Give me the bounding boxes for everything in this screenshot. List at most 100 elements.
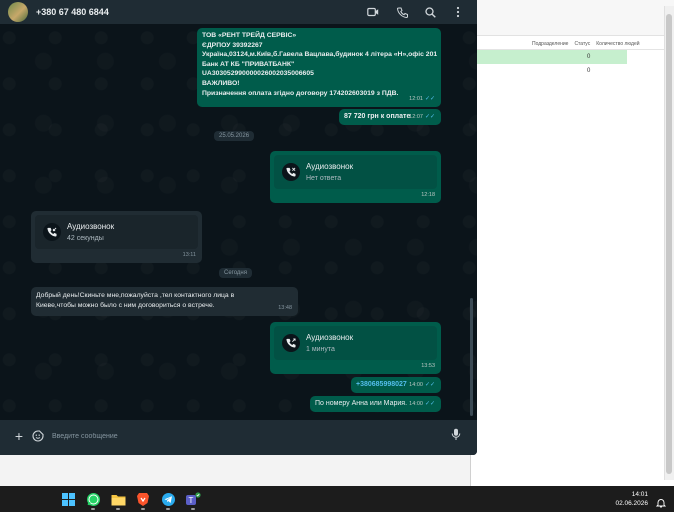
read-ticks-icon: ✓✓ <box>424 95 435 102</box>
running-indicator <box>116 508 120 510</box>
message-text: По номеру Анна или Мария. <box>315 400 408 407</box>
call-card[interactable]: Аудиозвонок 42 секунды <box>35 215 198 249</box>
sticker-icon[interactable] <box>32 429 46 443</box>
call-title: Аудиозвонок <box>306 333 354 342</box>
read-ticks-icon: ✓✓ <box>424 381 435 388</box>
invoice-message-text: ТОВ «РЕНТ ТРЕЙД СЕРВІС» ЄДРПОУ 39392267 … <box>202 31 437 98</box>
message-composer: + <box>0 420 477 455</box>
call-message-bubble[interactable]: Аудиозвонок Нет ответа 12:18 <box>270 151 441 203</box>
microphone-icon[interactable] <box>451 428 463 442</box>
whatsapp-window: +380 67 480 6844 ТОВ «РЕНТ ТРЕЙД СЕРВІС»… <box>0 0 477 455</box>
message-line: ЄДРПОУ 39392267 <box>202 41 263 49</box>
contact-name[interactable]: +380 67 480 6844 <box>36 7 109 17</box>
message-time: 13:11 <box>182 251 196 258</box>
message-text: 87 720 грн к оплате <box>344 113 411 120</box>
phone-link[interactable]: +380685998027 <box>356 380 407 390</box>
message-meta: 13:53 <box>421 362 435 372</box>
chat-header: +380 67 480 6844 <box>0 0 477 24</box>
call-duration: 1 минута <box>306 346 335 353</box>
running-indicator <box>166 508 170 510</box>
message-line: Україна,03124,м.Київ,б.Гавела Вацлава,бу… <box>202 51 438 59</box>
spreadsheet-row[interactable]: 0 <box>477 64 667 78</box>
teams-icon[interactable]: T <box>184 490 202 510</box>
spreadsheet-row[interactable]: 0 <box>477 50 627 64</box>
invoice-message-bubble[interactable]: ТОВ «РЕНТ ТРЕЙД СЕРВІС» ЄДРПОУ 39392267 … <box>197 28 441 107</box>
names-message-bubble[interactable]: По номеру Анна или Мария. 14:00 ✓✓ <box>310 396 441 412</box>
date-separator: Сегодня <box>219 268 252 278</box>
column-header: Статус <box>574 40 591 47</box>
message-line: Призначення оплата згідно договору 17420… <box>202 89 399 97</box>
message-line: Киеве,чтобы можно было с ним договоритьс… <box>36 302 215 309</box>
whatsapp-icon[interactable] <box>84 490 102 510</box>
clock-date: 02.06.2026 <box>615 500 648 507</box>
search-icon[interactable] <box>423 5 437 19</box>
spreadsheet-header-row: Подразделение Статус Количество людей <box>477 38 667 50</box>
spreadsheet-toolbar <box>471 0 674 36</box>
column-header: Подразделение <box>532 40 569 47</box>
call-message-bubble[interactable]: Аудиозвонок 1 минута 13:53 <box>270 322 441 374</box>
message-time: 12:18 <box>421 191 435 198</box>
message-meta: 12:01 ✓✓ <box>409 95 435 105</box>
video-call-icon[interactable] <box>366 5 380 19</box>
brave-browser-icon[interactable] <box>134 490 152 510</box>
read-ticks-icon: ✓✓ <box>424 113 435 120</box>
message-time: 12:01 <box>409 95 423 102</box>
telegram-icon[interactable] <box>159 490 177 510</box>
system-clock[interactable]: 14:01 02.06.2026 <box>615 490 648 508</box>
outgoing-call-icon <box>282 334 300 352</box>
notification-bell-icon[interactable] <box>655 495 667 508</box>
incoming-message-bubble[interactable]: Добрый день!Скиньте мне,пожалуйста ,тел … <box>31 287 298 316</box>
chat-scrollbar[interactable] <box>470 298 473 416</box>
message-time: 14:00 <box>409 400 423 407</box>
message-line: ТОВ «РЕНТ ТРЕЙД СЕРВІС» <box>202 32 297 39</box>
avatar[interactable] <box>8 2 28 22</box>
running-indicator <box>141 508 145 510</box>
payment-message-bubble[interactable]: 87 720 грн к оплате 12:07 ✓✓ <box>339 109 441 125</box>
message-meta: 14:00 ✓✓ <box>409 400 435 410</box>
message-time: 12:07 <box>409 113 423 120</box>
file-explorer-icon[interactable] <box>109 490 127 510</box>
clock-time: 14:01 <box>631 491 648 498</box>
spreadsheet-scrollbar[interactable] <box>664 6 674 480</box>
date-separator: 25.05.2026 <box>214 131 255 141</box>
call-card[interactable]: Аудиозвонок 1 минута <box>274 326 437 360</box>
menu-icon[interactable] <box>451 5 465 19</box>
running-indicator <box>191 508 195 510</box>
message-meta: 12:07 ✓✓ <box>409 113 435 123</box>
call-title: Аудиозвонок <box>67 222 115 231</box>
running-indicator <box>91 508 95 510</box>
windows-start-icon[interactable] <box>59 490 77 508</box>
spreadsheet-grid: Подразделение Статус Количество людей 0 … <box>477 38 667 78</box>
message-line: Банк АТ КБ "ПРИВАТБАНК" <box>202 60 295 68</box>
incoming-call-icon <box>43 223 61 241</box>
phone-message-bubble[interactable]: +380685998027 14:00 ✓✓ <box>351 377 441 393</box>
background-spreadsheet-window: Подразделение Статус Количество людей 0 … <box>470 0 674 486</box>
call-card[interactable]: Аудиозвонок Нет ответа <box>274 155 437 189</box>
call-message-bubble[interactable]: Аудиозвонок 42 секунды 13:11 <box>31 211 202 263</box>
attach-plus-icon[interactable]: + <box>12 429 26 443</box>
svg-text:T: T <box>189 496 194 505</box>
message-line: ВАЖЛИВО! <box>202 79 240 87</box>
message-meta: 13:48 <box>278 304 292 314</box>
message-time: 13:48 <box>278 304 292 311</box>
call-title: Аудиозвонок <box>306 162 354 171</box>
read-ticks-icon: ✓✓ <box>424 400 435 407</box>
call-status: Нет ответа <box>306 175 342 182</box>
message-input[interactable] <box>52 427 442 445</box>
message-time: 13:53 <box>421 362 435 369</box>
message-meta: 12:18 <box>421 191 435 201</box>
message-meta: 14:00 ✓✓ <box>409 381 435 391</box>
scrollbar-thumb[interactable] <box>666 14 672 474</box>
column-header: Количество людей <box>596 40 640 47</box>
message-text: Добрый день!Скиньте мне,пожалуйста ,тел … <box>36 291 234 311</box>
message-meta: 13:11 <box>183 251 196 261</box>
windows-taskbar: T 14:01 02.06.2026 <box>0 486 674 512</box>
message-time: 14:00 <box>409 381 423 388</box>
cell-value: 0 <box>587 54 591 60</box>
missed-call-icon <box>282 163 300 181</box>
message-line: UA303052990000026002035006605 <box>202 70 314 78</box>
voice-call-icon[interactable] <box>395 5 409 19</box>
cell-value: 0 <box>587 68 591 74</box>
message-line: Добрый день!Скиньте мне,пожалуйста ,тел … <box>36 292 235 299</box>
call-duration: 42 секунды <box>67 235 104 242</box>
